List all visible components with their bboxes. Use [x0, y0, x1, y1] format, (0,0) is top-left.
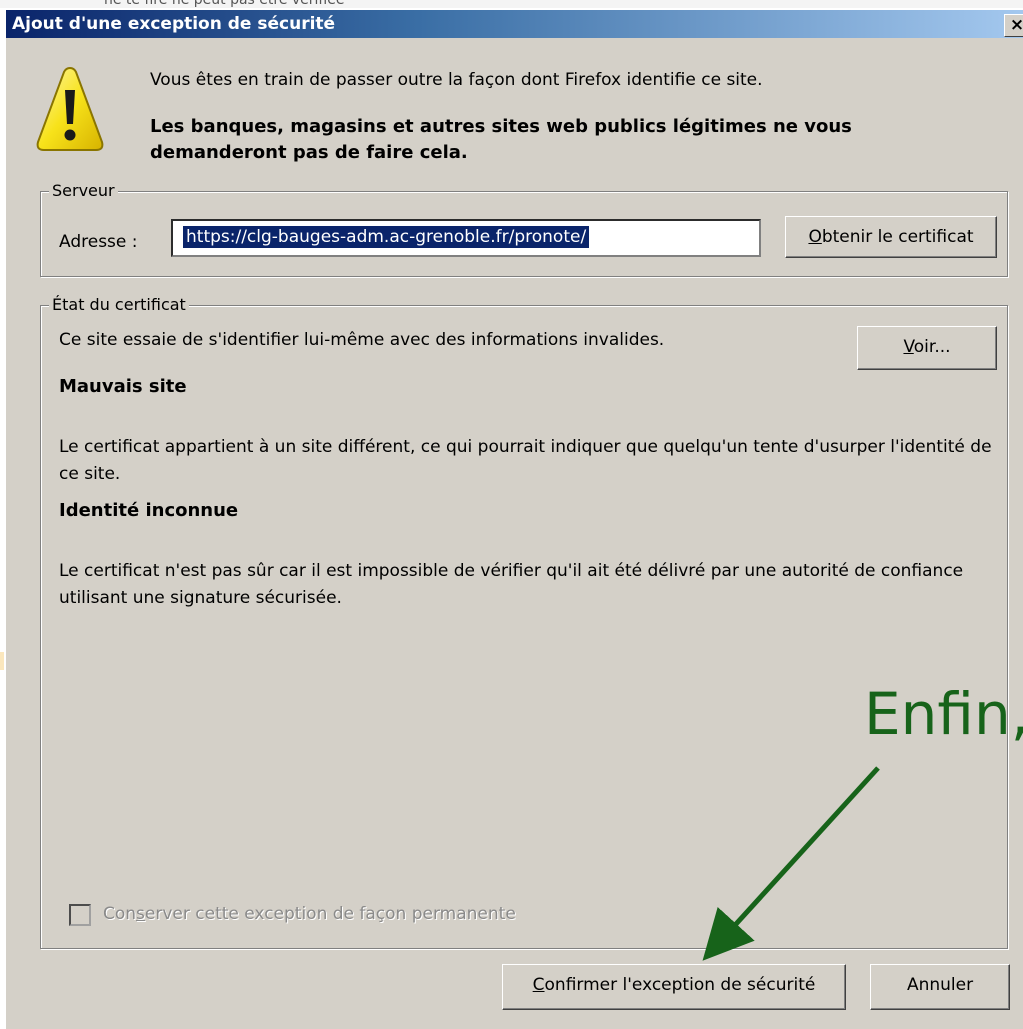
server-group: Serveur Adresse : https://clg-bauges-adm… [40, 181, 1008, 277]
view-label: Voir... [903, 337, 950, 357]
permanent-label-text: erver cette exception de façon permanent… [144, 904, 516, 924]
section-text-unknown-identity: Le certificat n'est pas sûr car il est i… [59, 561, 964, 608]
permanent-label: Conserver cette exception de façon perma… [103, 904, 516, 924]
address-label: Adresse : [59, 232, 138, 252]
annotation-text: Enfin, [864, 680, 1023, 748]
permanent-label-prefix: Con [103, 904, 137, 924]
confirm-exception-label: Confirmer l'exception de sécurité [533, 975, 816, 995]
view-text: oir... [913, 337, 951, 357]
dialog-title: Ajout d'une exception de sécurité [12, 14, 336, 34]
section-text-wrong-site: Le certificat appartient à un site diffé… [59, 437, 992, 484]
page: ne te fire ne peut pas être vérifiée Ajo… [0, 0, 1023, 1029]
get-certificate-button[interactable]: Obtenir le certificat [785, 216, 997, 258]
close-icon: × [1009, 15, 1023, 35]
security-exception-dialog: Ajout d'une exception de sécurité × Vous… [4, 8, 1023, 1029]
warning-triangle-icon [36, 66, 104, 151]
get-certificate-text: btenir le certificat [821, 227, 974, 247]
section-title-unknown-identity: Identité inconnue [59, 500, 239, 521]
get-certificate-mnemonic: O [808, 227, 822, 247]
message-warning: Les banques, magasins et autres sites we… [150, 116, 852, 163]
background-window: ne te fire ne peut pas être vérifiée [0, 0, 1023, 8]
server-legend: Serveur [49, 181, 118, 200]
background-partial-text: ne te fire ne peut pas être vérifiée [104, 0, 345, 8]
confirm-mnemonic: C [532, 975, 545, 995]
close-button[interactable]: × [1004, 14, 1023, 37]
cancel-label: Annuler [906, 975, 974, 995]
message-line: Vous êtes en train de passer outre la fa… [150, 70, 763, 90]
address-value: https://clg-bauges-adm.ac-grenoble.fr/pr… [183, 226, 590, 248]
address-input[interactable]: https://clg-bauges-adm.ac-grenoble.fr/pr… [171, 219, 761, 257]
certificate-description: Ce site essaie de s'identifier lui-même … [59, 330, 665, 350]
permanent-checkbox[interactable] [69, 904, 91, 926]
certificate-status-group: État du certificat Ce site essaie de s'i… [40, 295, 1008, 949]
confirm-text: onfirmer l'exception de sécurité [544, 975, 816, 995]
view-button[interactable]: Voir... [857, 326, 997, 370]
confirm-exception-button[interactable]: Confirmer l'exception de sécurité [502, 964, 846, 1010]
get-certificate-label: Obtenir le certificat [808, 227, 973, 247]
permanent-label-mnemonic: s [136, 904, 145, 924]
section-title-wrong-site: Mauvais site [59, 376, 187, 397]
certificate-legend: État du certificat [49, 295, 189, 314]
title-bar[interactable]: Ajout d'une exception de sécurité × [6, 10, 1023, 38]
view-mnemonic: V [903, 337, 914, 357]
cancel-button[interactable]: Annuler [870, 964, 1010, 1010]
